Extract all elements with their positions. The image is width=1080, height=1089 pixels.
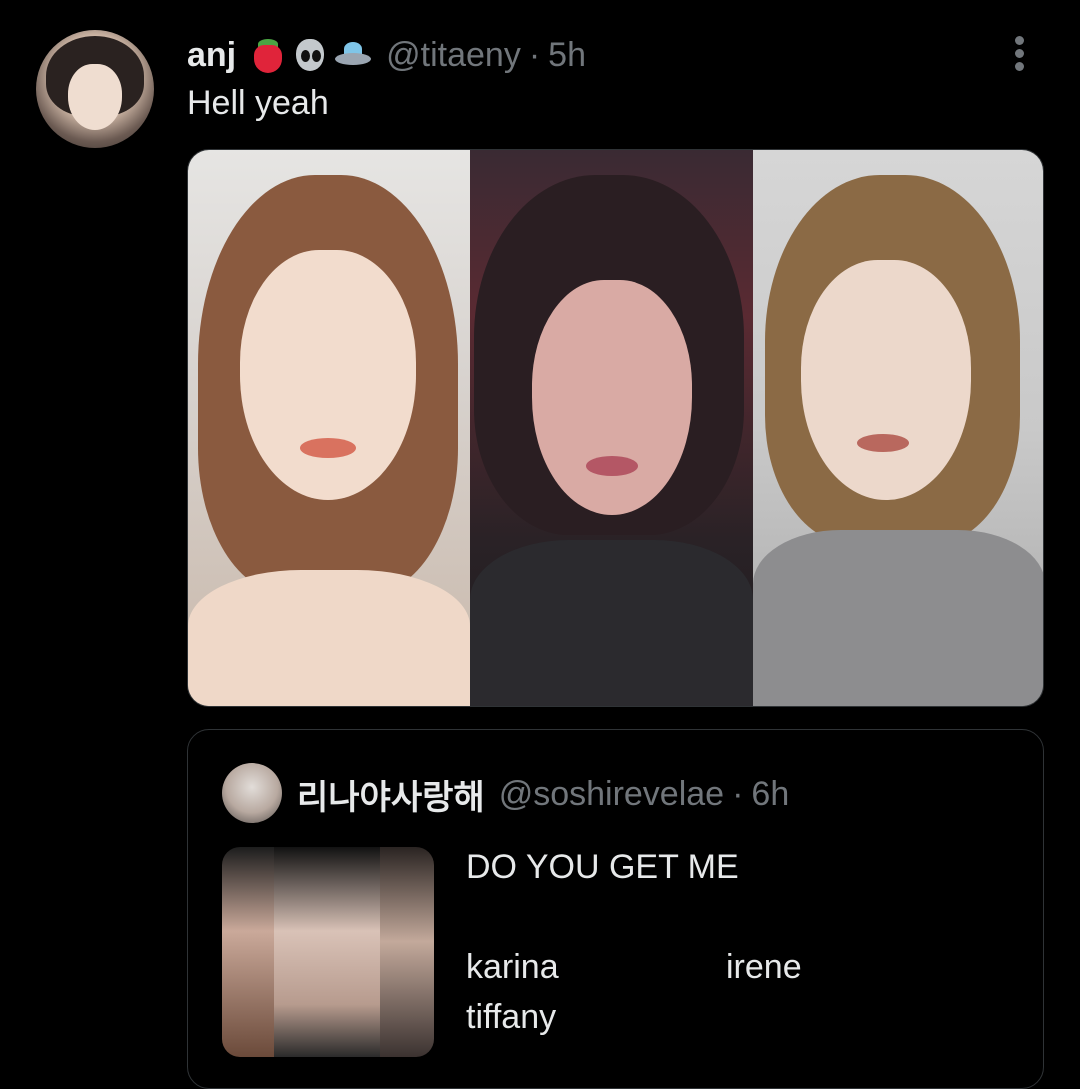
quoted-author-avatar	[222, 763, 282, 823]
author-display-name[interactable]: anj	[187, 36, 236, 75]
quoted-author-display-name: 리나야사랑해	[297, 777, 485, 818]
quoted-author-handle: @soshirevelae	[498, 774, 725, 813]
tweet-timestamp[interactable]: 5h	[548, 36, 586, 75]
author-handle[interactable]: @titaeny	[386, 36, 521, 75]
quoted-text-blank	[466, 892, 802, 942]
avatar-face	[68, 64, 122, 130]
quoted-media-thumbnail[interactable]	[222, 847, 434, 1057]
quoted-tweet-timestamp: 6h	[751, 774, 790, 813]
quoted-header-separator: ·	[732, 774, 744, 813]
alien-emoji-icon	[292, 37, 328, 73]
quoted-text-names-row: karina irene	[466, 942, 802, 992]
tweet-text: Hell yeah	[187, 84, 329, 122]
media-photo-2[interactable]	[470, 150, 753, 706]
quoted-tweet-text: DO YOU GET ME karina irene tiffany	[466, 842, 802, 1042]
tweet[interactable]: anj @titaeny · 5h Hell yeah 리나야사랑해 @sosh…	[0, 0, 1080, 1089]
author-avatar[interactable]	[36, 30, 154, 148]
quoted-text-names-row: tiffany	[466, 992, 802, 1042]
media-photo-1[interactable]	[188, 150, 470, 706]
header-separator: ·	[528, 35, 541, 74]
quoted-name-item: tiffany	[466, 998, 557, 1036]
tweet-header: anj @titaeny · 5h	[187, 30, 586, 80]
media-photo-3[interactable]	[753, 150, 1043, 706]
tweet-media-grid[interactable]	[187, 149, 1044, 707]
quoted-tweet-header: 리나야사랑해 @soshirevelae · 6h	[297, 770, 789, 818]
quoted-name-item: irene	[726, 948, 802, 986]
quoted-text-line: DO YOU GET ME	[466, 848, 739, 886]
quoted-name-item: karina	[466, 948, 559, 986]
more-options-icon[interactable]	[1006, 34, 1034, 74]
strawberry-emoji-icon	[250, 37, 286, 73]
ufo-emoji-icon	[334, 37, 372, 73]
